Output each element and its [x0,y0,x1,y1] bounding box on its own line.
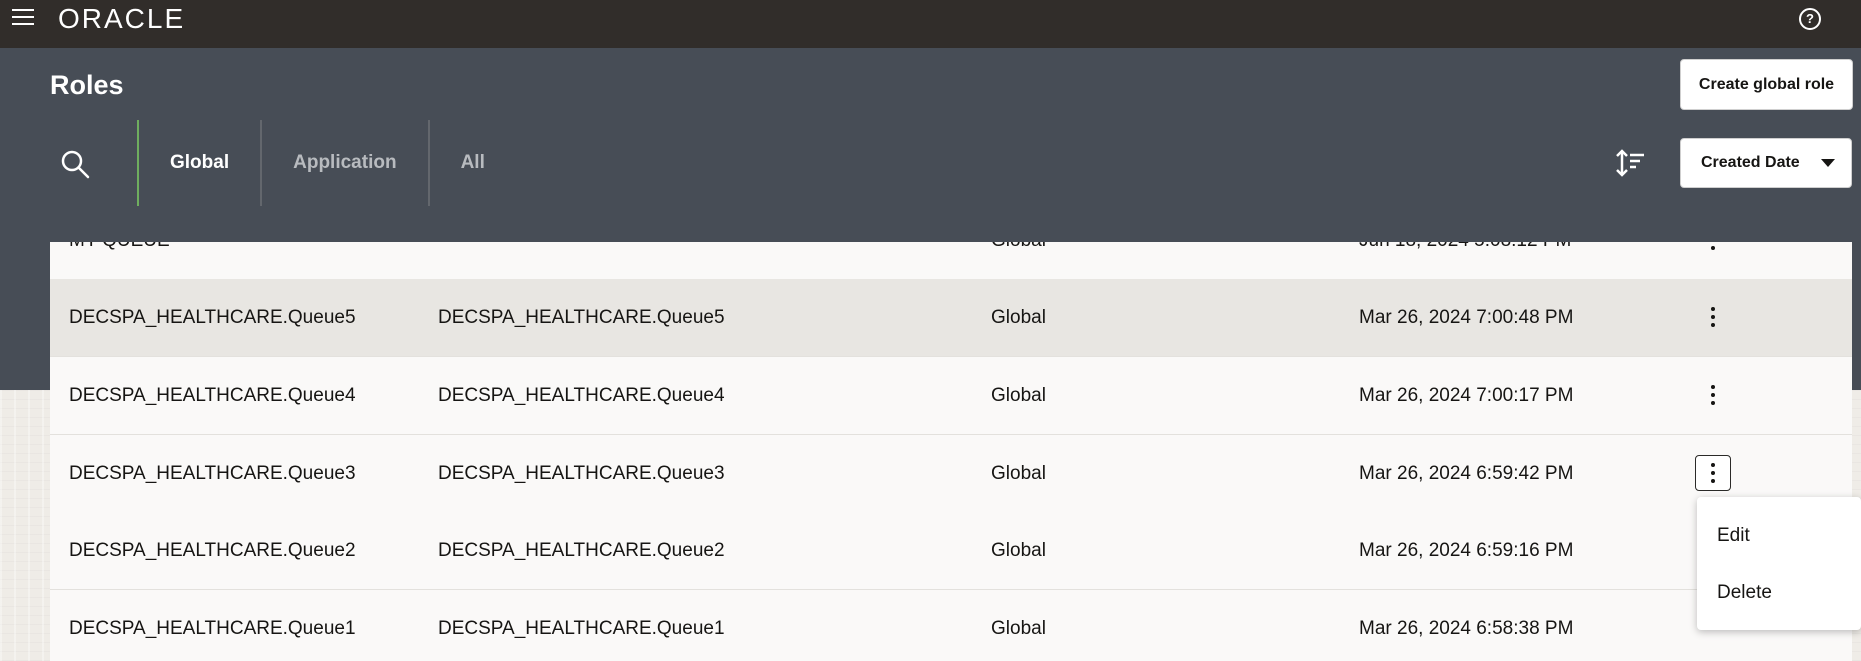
sort-icon[interactable] [1614,147,1646,179]
table-row[interactable]: MY-QUEUE Global Jun 18, 2024 5:08:12 PM [50,242,1852,280]
table-row[interactable]: DECSPA_HEALTHCARE.Queue4 DECSPA_HEALTHCA… [50,357,1852,435]
tab-all[interactable]: All [427,120,516,206]
role-type: Global [991,618,1046,639]
role-display-name: DECSPA_HEALTHCARE.Queue1 [438,618,725,639]
role-created-date: Mar 26, 2024 6:59:42 PM [1359,463,1574,484]
role-display-name: DECSPA_HEALTHCARE.Queue4 [438,385,725,406]
help-icon[interactable]: ? [1799,8,1821,30]
hamburger-menu-icon[interactable] [12,9,34,27]
role-created-date: Mar 26, 2024 6:59:16 PM [1359,540,1574,561]
svg-text:ORACLE: ORACLE [58,3,185,33]
sort-by-select[interactable]: Created Date [1680,138,1852,188]
role-name: DECSPA_HEALTHCARE.Queue2 [69,540,356,561]
row-actions-menu: Edit Delete [1697,497,1861,630]
roles-table: MY-QUEUE Global Jun 18, 2024 5:08:12 PM … [50,242,1852,661]
role-created-date: Jun 18, 2024 5:08:12 PM [1359,242,1571,279]
role-display-name: DECSPA_HEALTHCARE.Queue3 [438,463,725,484]
row-actions-icon[interactable] [1695,242,1731,258]
role-scope-tabs: Global Application All [137,120,516,206]
row-actions-icon[interactable] [1695,299,1731,335]
page-title: Roles [50,70,124,100]
role-created-date: Mar 26, 2024 7:00:48 PM [1359,307,1574,328]
menu-item-delete[interactable]: Delete [1717,582,1772,604]
role-name: DECSPA_HEALTHCARE.Queue1 [69,618,356,639]
table-row[interactable]: DECSPA_HEALTHCARE.Queue2 DECSPA_HEALTHCA… [50,512,1852,590]
tab-global[interactable]: Global [137,120,260,206]
role-type: Global [991,540,1046,561]
role-display-name: DECSPA_HEALTHCARE.Queue5 [438,307,725,328]
table-row[interactable]: DECSPA_HEALTHCARE.Queue3 DECSPA_HEALTHCA… [50,435,1852,513]
role-type: Global [991,242,1046,279]
role-type: Global [991,463,1046,484]
role-name: DECSPA_HEALTHCARE.Queue4 [69,385,356,406]
role-created-date: Mar 26, 2024 6:58:38 PM [1359,618,1574,639]
role-name: MY-QUEUE [69,242,170,279]
role-name: DECSPA_HEALTHCARE.Queue5 [69,307,356,328]
oracle-logo[interactable]: ORACLE [58,3,208,33]
menu-item-edit[interactable]: Edit [1717,525,1750,547]
table-row[interactable]: DECSPA_HEALTHCARE.Queue5 DECSPA_HEALTHCA… [50,279,1852,357]
role-created-date: Mar 26, 2024 7:00:17 PM [1359,385,1574,406]
row-actions-icon[interactable] [1695,455,1731,491]
role-type: Global [991,385,1046,406]
sort-by-value: Created Date [1701,154,1800,171]
role-display-name: DECSPA_HEALTHCARE.Queue2 [438,540,725,561]
table-row[interactable]: DECSPA_HEALTHCARE.Queue1 DECSPA_HEALTHCA… [50,590,1852,661]
create-global-role-button[interactable]: Create global role [1680,59,1853,110]
role-name: DECSPA_HEALTHCARE.Queue3 [69,463,356,484]
top-bar: ORACLE ? [0,0,1861,48]
tab-application[interactable]: Application [260,120,427,206]
row-actions-icon[interactable] [1695,377,1731,413]
chevron-down-icon [1821,159,1835,167]
search-icon[interactable] [60,149,90,179]
role-type: Global [991,307,1046,328]
